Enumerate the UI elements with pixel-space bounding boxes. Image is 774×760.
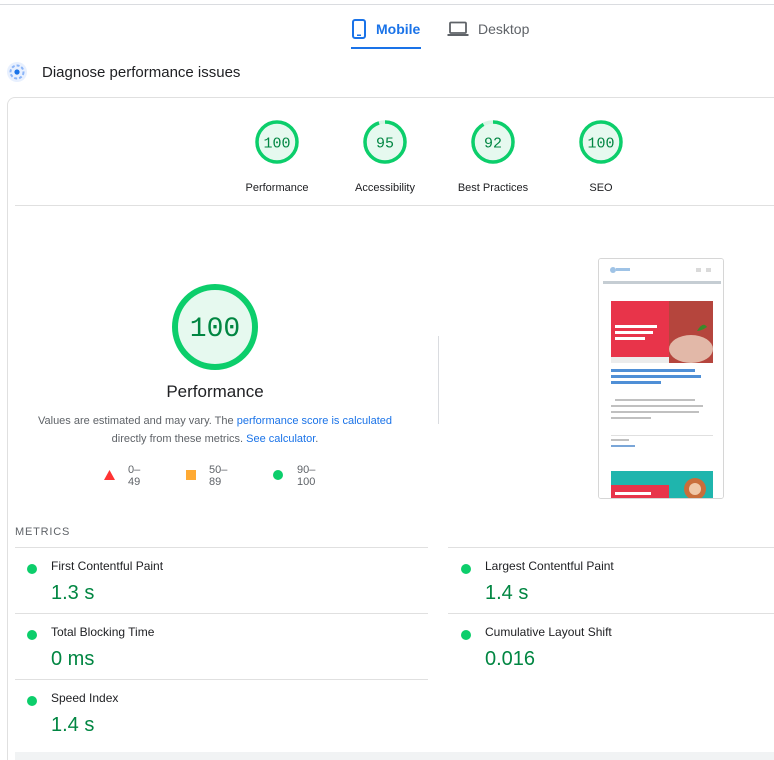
- metric-divider: [448, 613, 774, 614]
- metrics-header: METRICS: [15, 526, 71, 538]
- gauge-label: Best Practices: [457, 182, 529, 194]
- metric-value: 0.016: [485, 648, 536, 670]
- legend-range: 90–100: [297, 464, 316, 488]
- desc-text: Values are estimated and may vary. The: [37, 415, 237, 427]
- legend-range: 50–89: [209, 464, 228, 488]
- gauge-accessibility[interactable]: 95 Accessibility: [335, 119, 435, 194]
- pass-circle-icon: [27, 630, 37, 640]
- pass-circle-icon: [27, 696, 37, 706]
- see-calculator-link[interactable]: See calculator: [246, 433, 315, 445]
- metric-name: Cumulative Layout Shift: [485, 625, 612, 639]
- pass-circle-icon: [461, 630, 471, 640]
- gauge-ring: 100: [255, 120, 299, 164]
- square-icon: [186, 469, 196, 483]
- metric-divider: [448, 547, 774, 548]
- metric-name: Total Blocking Time: [51, 625, 155, 639]
- lab-data-icon: [6, 61, 28, 83]
- final-screenshot[interactable]: [598, 258, 724, 499]
- diagnose-title: Diagnose performance issues: [42, 63, 241, 81]
- gauge-best-practices[interactable]: 92 Best Practices: [443, 119, 543, 194]
- top-border: [0, 4, 774, 5]
- desc-text: directly from these metrics.: [111, 433, 247, 445]
- divider: [15, 205, 774, 206]
- metric-divider: [15, 613, 428, 614]
- gauge-score: 100: [263, 136, 290, 153]
- metric-value: 1.4 s: [485, 582, 529, 604]
- legend-range: 0–49: [128, 464, 141, 488]
- gauge-score: 95: [376, 136, 394, 153]
- metric-value: 1.3 s: [51, 582, 95, 604]
- circle-icon: [273, 469, 283, 483]
- legend-fail: 0–49: [104, 464, 140, 488]
- performance-score: 100: [190, 314, 240, 345]
- screenshot-image: [599, 259, 723, 498]
- gauge-ring: 95: [363, 120, 407, 164]
- gauge-score: 92: [484, 136, 502, 153]
- pass-circle-icon: [461, 564, 471, 574]
- diagnose-header: Diagnose performance issues: [6, 58, 240, 86]
- legend-average: 50–89: [186, 464, 227, 488]
- smartphone-icon: [351, 19, 367, 39]
- tab-mobile-label: Mobile: [376, 21, 421, 37]
- gauge-performance[interactable]: 100 Performance: [227, 119, 327, 194]
- gauge-ring: 92: [471, 120, 515, 164]
- gauge-score: 100: [587, 136, 614, 153]
- metric-name: Speed Index: [51, 691, 119, 705]
- device-tabs: Mobile Desktop: [0, 10, 774, 49]
- score-description: Values are estimated and may vary. The p…: [30, 412, 400, 448]
- gauge-ring: 100: [579, 120, 623, 164]
- legend-pass: 90–100: [273, 464, 315, 488]
- metric-value: 0 ms: [51, 648, 95, 670]
- metric-divider: [15, 547, 428, 548]
- metric-divider: [15, 679, 428, 680]
- gauge-label: Accessibility: [355, 182, 415, 194]
- gauge-seo[interactable]: 100 SEO: [551, 119, 651, 194]
- metric-name: First Contentful Paint: [51, 559, 164, 573]
- gauge-label: Performance: [245, 182, 309, 194]
- performance-score-link[interactable]: performance score is calculated: [237, 415, 392, 427]
- metric-name: Largest Contentful Paint: [485, 559, 614, 573]
- performance-gauge-large: 100: [172, 284, 258, 370]
- laptop-icon: [447, 21, 469, 37]
- triangle-icon: [104, 469, 115, 483]
- performance-title: Performance: [166, 382, 264, 401]
- bottom-bar: [15, 752, 774, 760]
- tab-mobile[interactable]: Mobile: [351, 10, 422, 49]
- tab-desktop[interactable]: Desktop: [447, 10, 529, 48]
- metric-value: 1.4 s: [51, 714, 95, 736]
- vertical-divider: [438, 336, 439, 424]
- tab-desktop-label: Desktop: [478, 21, 530, 37]
- pass-circle-icon: [27, 564, 37, 574]
- desc-text: .: [315, 433, 319, 445]
- gauge-label: SEO: [589, 182, 613, 194]
